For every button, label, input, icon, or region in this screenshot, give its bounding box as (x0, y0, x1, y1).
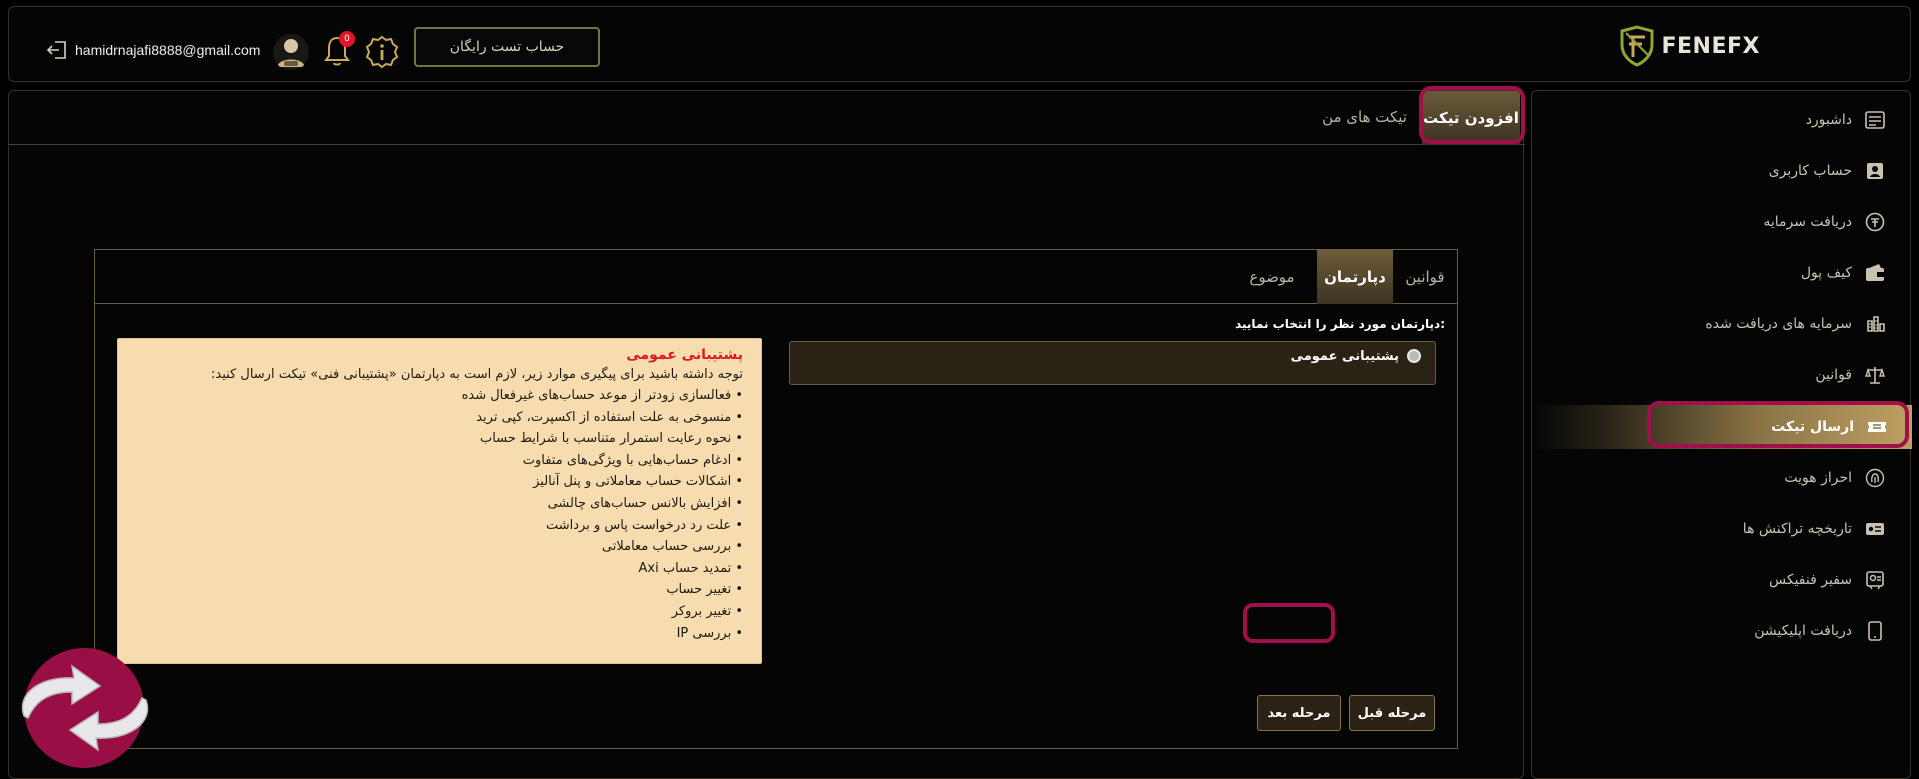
info-icon[interactable] (365, 35, 399, 69)
ticket-form-card: قوانین دپارتمان موضوع دپارتمان مورد نظر … (94, 249, 1458, 749)
user-card-icon (1867, 163, 1883, 179)
ambassador-icon (1866, 571, 1884, 590)
sidebar-item-wallet[interactable]: کیف پول (1530, 251, 1910, 295)
department-option-label: پشتیبانی عمومی (1290, 349, 1399, 364)
wallet-icon (1866, 264, 1884, 281)
mobile-icon (1868, 621, 1882, 641)
ticket-tabs: افزودن تیکت تیکت های من (9, 91, 1525, 145)
sidebar-item-label: حساب کاربری (1768, 163, 1852, 179)
list-item: • تمدید حساب Axi (638, 560, 744, 576)
ticket-icon (1868, 422, 1886, 432)
list-item: • تغییر حساب (666, 582, 743, 598)
notice-intro: توجه داشته باشید برای پیگیری موارد زیر، … (211, 367, 743, 382)
brand-name: FENEFX (1661, 33, 1760, 59)
previous-step-button[interactable]: مرحله قبل (1349, 695, 1435, 731)
brand-logo[interactable]: FENEFX (1618, 25, 1761, 67)
sidebar-item-dashboard[interactable]: داشبورد (1530, 98, 1910, 142)
sidebar-item-label: دریافت سرمایه (1763, 214, 1852, 230)
fingerprint-icon (1865, 468, 1885, 488)
sidebar-item-label: احراز هویت (1784, 470, 1852, 486)
next-step-button[interactable]: مرحله بعد (1257, 695, 1341, 731)
notice-list: • فعالسازی زودتر از موعد حساب‌های غیرفعا… (136, 385, 743, 644)
list-item: • اشکالات حساب معاملاتی و پنل آنالیز (533, 474, 743, 490)
notification-badge: 0 (339, 31, 355, 47)
sidebar-item-get-capital[interactable]: دریافت سرمایه (1530, 200, 1910, 244)
list-item: • منسوخی به علت استفاده از اکسپرت، کپی ت… (476, 409, 743, 425)
list-item: • افزایش بالانس حساب‌های چالشی (547, 495, 743, 511)
sidebar-item-label: دریافت اپلیکیشن (1754, 623, 1852, 639)
sidebar-item-verification[interactable]: احراز هویت (1530, 456, 1910, 500)
scales-icon (1865, 367, 1885, 384)
sidebar-item-label: ارسال تیکت (1771, 419, 1854, 435)
sidebar-item-label: کیف پول (1800, 265, 1852, 281)
sidebar-item-transactions[interactable]: تاریخچه تراکنش ها (1530, 507, 1910, 551)
tab-my-tickets[interactable]: تیکت های من (1322, 108, 1407, 126)
dashboard-icon (1865, 111, 1885, 129)
sidebar-item-label: سرمایه های دریافت شده (1705, 316, 1852, 332)
sidebar-item-received-capital[interactable]: سرمایه های دریافت شده (1530, 302, 1910, 346)
sidebar: داشبورد حساب کاربری دریافت سرمایه کیف پو… (1530, 90, 1912, 779)
department-prompt: دپارتمان مورد نظر را انتخاب نمایید: (1235, 317, 1445, 331)
list-item: • نحوه رعایت استمرار متناسب با شرایط حسا… (480, 431, 743, 447)
sidebar-item-send-ticket[interactable]: ارسال تیکت (1532, 405, 1912, 449)
list-item: • فعالسازی زودتر از موعد حساب‌های غیرفعا… (461, 388, 743, 403)
refresh-arrows-icon[interactable] (14, 646, 156, 770)
sidebar-item-get-app[interactable]: دریافت اپلیکیشن (1530, 609, 1910, 653)
sidebar-item-ambassador[interactable]: سفیر فنفیکس (1530, 558, 1910, 602)
sidebar-item-label: داشبورد (1805, 112, 1852, 128)
capital-icon (1865, 212, 1885, 232)
sidebar-item-label: تاریخچه تراکنش ها (1742, 521, 1852, 537)
main-panel: افزودن تیکت تیکت های من قوانین دپارتمان … (8, 90, 1525, 779)
department-radio[interactable] (1407, 349, 1421, 363)
step-subject[interactable]: موضوع (1237, 250, 1307, 304)
fenefx-logo-icon (1620, 25, 1653, 67)
free-trial-button[interactable]: حساب تست رایگان (414, 27, 600, 67)
coins-icon (1867, 316, 1885, 332)
step-rules[interactable]: قوانین (1393, 250, 1457, 304)
logout-icon[interactable] (46, 39, 68, 61)
list-item: • تغییر بروکر (671, 603, 743, 619)
sidebar-item-label: قوانین (1815, 367, 1852, 383)
top-bar: FENEFX حساب تست رایگان 0 hamidrnajafi888… (8, 6, 1911, 82)
user-email: hamidrnajafi8888@gmail.com (75, 42, 261, 58)
notice-title: پشتیبانی عمومی (626, 347, 743, 363)
avatar[interactable] (273, 33, 309, 71)
list-item: • بررسی IP (676, 625, 743, 641)
list-item: • علت رد درخواست پاس و برداشت (545, 517, 743, 533)
sidebar-item-label: سفیر فنفیکس (1768, 572, 1852, 588)
tab-add-ticket[interactable]: افزودن تیکت (1422, 91, 1520, 145)
list-item: • بررسی حساب معاملاتی (601, 539, 743, 555)
form-steps: قوانین دپارتمان موضوع (95, 250, 1457, 304)
sidebar-item-account[interactable]: حساب کاربری (1530, 149, 1910, 193)
sidebar-item-rules[interactable]: قوانین (1530, 353, 1910, 397)
list-item: • ادغام حساب‌هایی با ویژگی‌های متفاوت (522, 452, 743, 468)
department-notice: پشتیبانی عمومی توجه داشته باشید برای پیگ… (117, 338, 762, 664)
step-department[interactable]: دپارتمان (1317, 250, 1393, 304)
department-option[interactable]: پشتیبانی عمومی (789, 341, 1436, 385)
transactions-icon (1866, 523, 1884, 535)
